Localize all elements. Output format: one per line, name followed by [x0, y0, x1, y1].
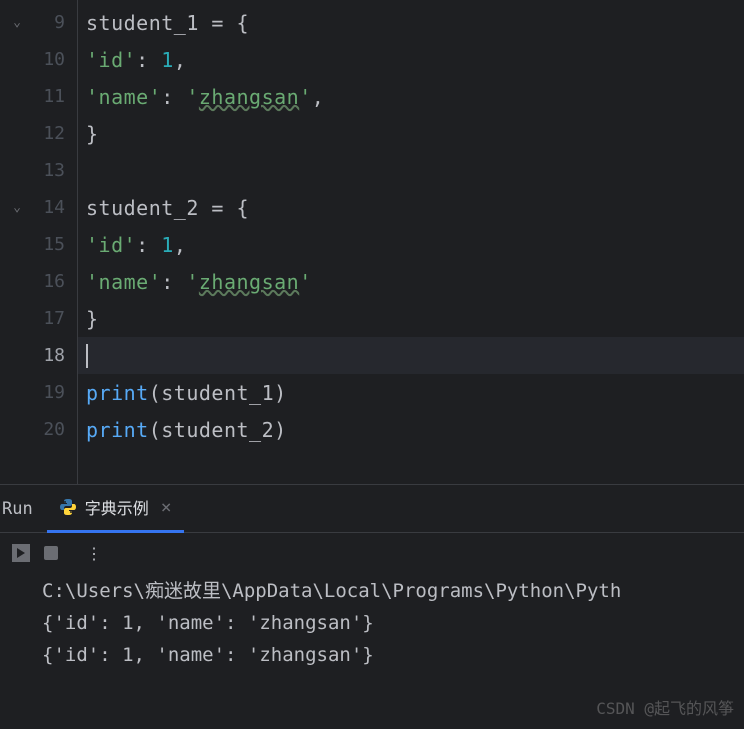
code-line[interactable]: [78, 337, 744, 374]
line-number[interactable]: 20: [0, 411, 77, 448]
tab-run-config[interactable]: 字典示例 ×: [47, 485, 184, 533]
rerun-button[interactable]: [12, 544, 30, 562]
code-editor: ⌄9 10 11 12 13 ⌄14 15 16 17 18 19 20 stu…: [0, 0, 744, 485]
run-label[interactable]: Run: [0, 499, 47, 519]
code-line[interactable]: 'name': 'zhangsan': [86, 263, 744, 300]
more-icon[interactable]: ⋮: [72, 544, 104, 563]
line-number[interactable]: 15: [0, 226, 77, 263]
code-line[interactable]: print(student_1): [86, 374, 744, 411]
line-number[interactable]: 19: [0, 374, 77, 411]
tab-name: 字典示例: [85, 495, 149, 519]
line-number[interactable]: 11: [0, 78, 77, 115]
code-line[interactable]: student_2 = {: [86, 189, 744, 226]
fold-icon[interactable]: ⌄: [13, 15, 21, 30]
fold-icon[interactable]: ⌄: [13, 200, 21, 215]
python-icon: [59, 498, 77, 516]
watermark: CSDN @起飞的风筝: [596, 695, 734, 719]
tool-row: ⋮: [0, 533, 744, 573]
code-line[interactable]: [86, 152, 744, 189]
code-line[interactable]: student_1 = {: [86, 4, 744, 41]
line-number[interactable]: 16: [0, 263, 77, 300]
code-line[interactable]: 'name': 'zhangsan',: [86, 78, 744, 115]
code-line[interactable]: }: [86, 115, 744, 152]
line-number[interactable]: 17: [0, 300, 77, 337]
code-area[interactable]: student_1 = { 'id': 1, 'name': 'zhangsan…: [78, 0, 744, 484]
line-number[interactable]: 10: [0, 41, 77, 78]
line-number[interactable]: ⌄9: [0, 4, 77, 41]
console-line: {'id': 1, 'name': 'zhangsan'}: [42, 607, 744, 639]
code-line[interactable]: 'id': 1,: [86, 41, 744, 78]
console-line: {'id': 1, 'name': 'zhangsan'}: [42, 639, 744, 671]
line-gutter: ⌄9 10 11 12 13 ⌄14 15 16 17 18 19 20: [0, 0, 78, 484]
panel-header: Run 字典示例 ×: [0, 485, 744, 533]
run-panel: Run 字典示例 × ⋮ C:\Users\痴迷故里\AppData\Local…: [0, 485, 744, 671]
line-number[interactable]: ⌄14: [0, 189, 77, 226]
line-number[interactable]: 12: [0, 115, 77, 152]
line-number[interactable]: 18: [0, 337, 77, 374]
console-output[interactable]: C:\Users\痴迷故里\AppData\Local\Programs\Pyt…: [0, 573, 744, 671]
code-line[interactable]: 'id': 1,: [86, 226, 744, 263]
line-number[interactable]: 13: [0, 152, 77, 189]
code-line[interactable]: }: [86, 300, 744, 337]
code-line[interactable]: print(student_2): [86, 411, 744, 448]
console-line: C:\Users\痴迷故里\AppData\Local\Programs\Pyt…: [42, 575, 744, 607]
cursor: [86, 344, 88, 368]
close-icon[interactable]: ×: [161, 497, 172, 518]
stop-button[interactable]: [44, 546, 58, 560]
